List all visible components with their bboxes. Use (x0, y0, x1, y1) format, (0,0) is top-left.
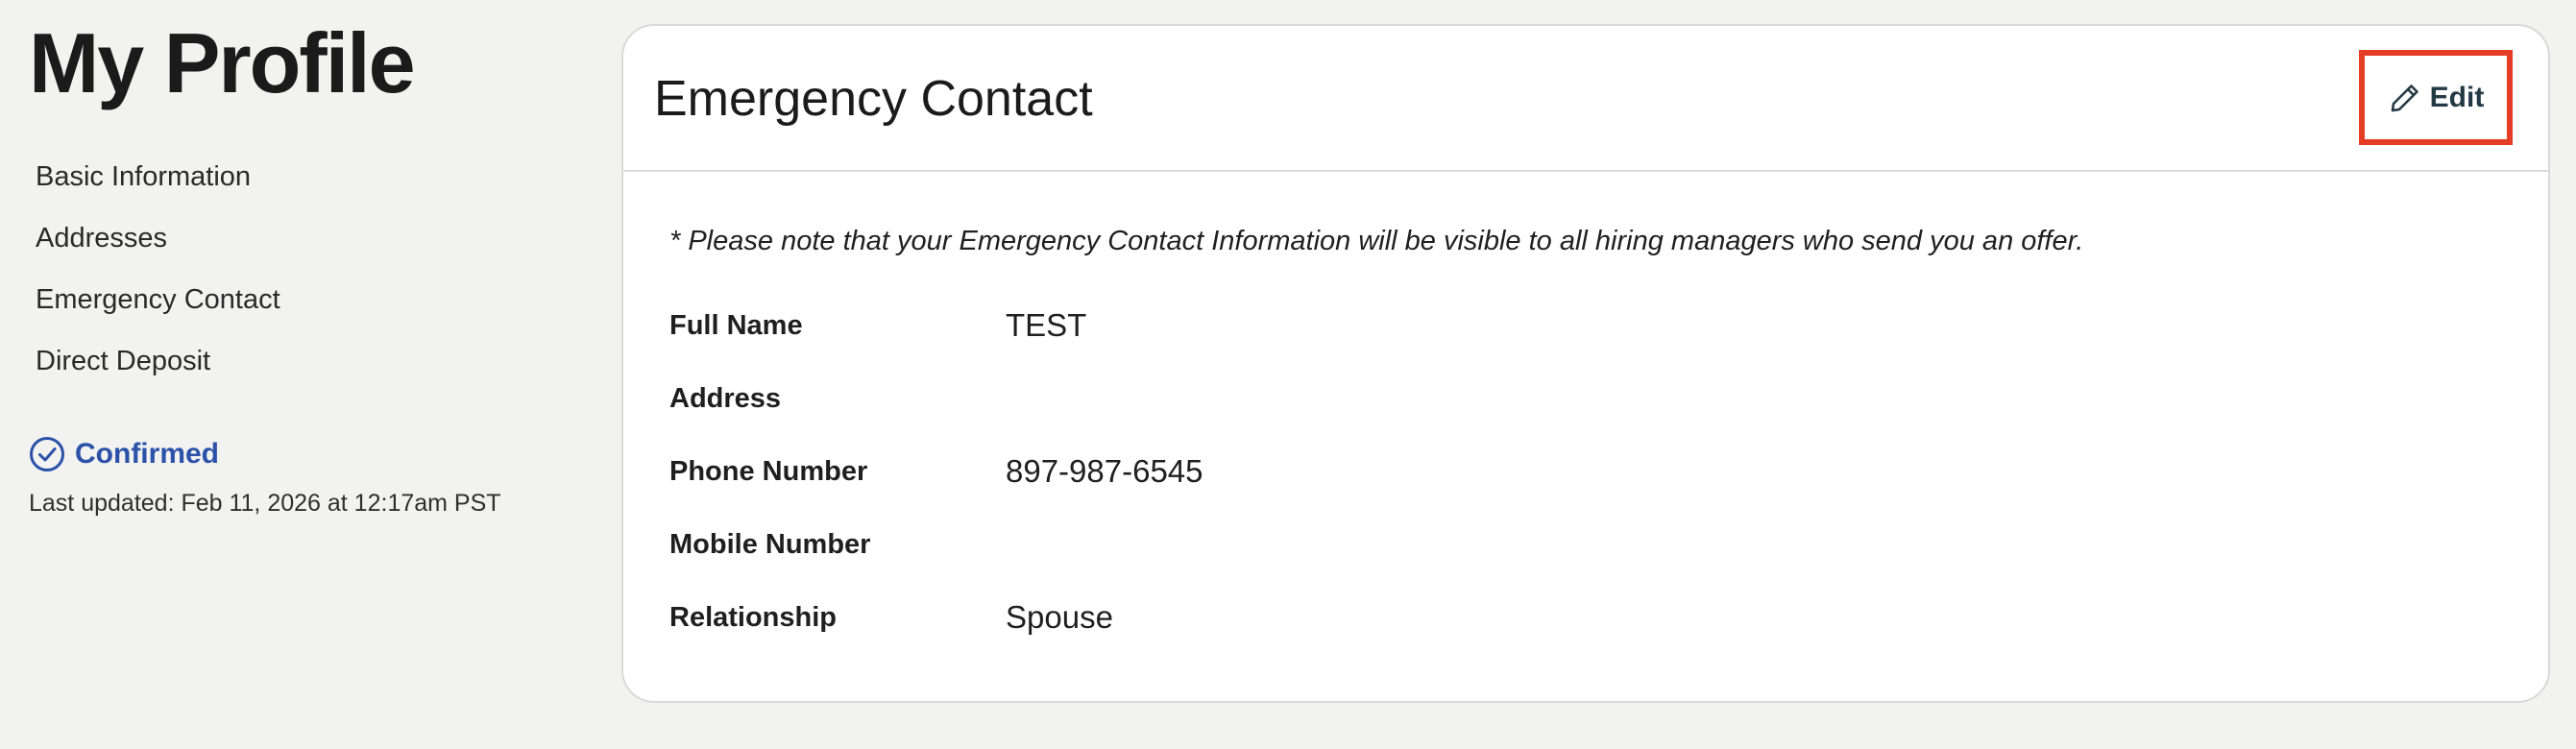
emergency-contact-card: Emergency Contact Edit * Please note tha… (621, 24, 2550, 703)
field-address: Address (669, 376, 1006, 421)
field-value: 897-987-6545 (1006, 453, 1203, 489)
field-mobile-number: Mobile Number (669, 522, 1006, 567)
confirmation-status: Confirmed (29, 436, 219, 472)
field-label: Relationship (669, 601, 838, 633)
field-label: Mobile Number (669, 528, 871, 560)
field-label: Phone Number (669, 455, 868, 487)
profile-nav: Basic Information Addresses Emergency Co… (36, 157, 280, 403)
sidebar-item-emergency-contact[interactable]: Emergency Contact (36, 280, 280, 342)
card-header: Emergency Contact Edit (623, 26, 2548, 172)
sidebar-item-direct-deposit[interactable]: Direct Deposit (36, 342, 280, 403)
visibility-notice: * Please note that your Emergency Contac… (669, 226, 2084, 256)
field-label: Full Name (669, 309, 803, 341)
sidebar-item-addresses[interactable]: Addresses (36, 219, 280, 280)
status-label: Confirmed (75, 438, 219, 470)
field-value: Spouse (1006, 599, 1113, 635)
field-relationship: Relationship Spouse (669, 595, 1113, 640)
edit-button-label: Edit (2429, 81, 2485, 113)
field-label: Address (669, 382, 782, 414)
check-circle-icon (30, 437, 64, 471)
edit-button[interactable]: Edit (2359, 50, 2513, 145)
last-updated-text: Last updated: Feb 11, 2026 at 12:17am PS… (29, 490, 501, 517)
pencil-icon (2391, 84, 2418, 111)
field-value: TEST (1006, 307, 1087, 343)
field-full-name: Full Name TEST (669, 303, 1086, 348)
field-phone-number: Phone Number 897-987-6545 (669, 449, 1203, 494)
card-title: Emergency Contact (654, 71, 1093, 127)
sidebar-item-basic-information[interactable]: Basic Information (36, 157, 280, 219)
page-title: My Profile (29, 15, 416, 110)
